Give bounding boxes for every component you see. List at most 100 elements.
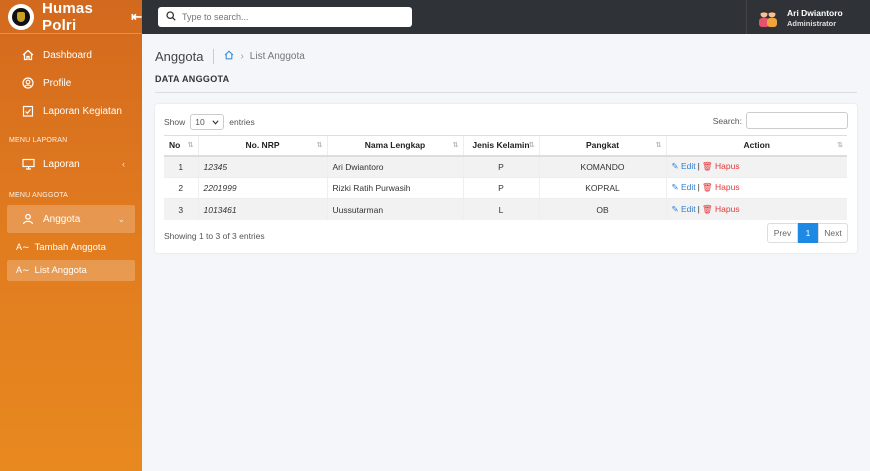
table-header-row: No ⇅ No. NRP ⇅ Nama Lengkap ⇅ Jenis Kelamin…: [164, 135, 847, 157]
cell-nrp: 2201999: [197, 176, 327, 199]
pagination-page-1[interactable]: 1: [798, 223, 818, 243]
anggota-table: No ⇅ No. NRP ⇅ Nama Lengkap ⇅ Jenis Kelamin…: [164, 135, 847, 220]
cell-nama: Uussutarman: [326, 198, 463, 220]
sidebar-item-label: Dashboard: [43, 49, 92, 61]
cell-nama: Rizki Ratih Purwasih: [326, 176, 463, 199]
search-input[interactable]: [182, 12, 392, 22]
table-search-label: Search:: [712, 115, 742, 126]
section-title: DATA ANGGOTA: [155, 74, 230, 84]
table-row: 1 12345 Ari Dwiantoro P KOMANDO ✎ Edit | 🗑…: [164, 155, 847, 177]
section-menu-anggota: MENU ANGGOTA: [9, 192, 69, 199]
cell-pangkat: OB: [538, 198, 666, 220]
trash-icon: 🗑: [701, 204, 713, 214]
sidebar-item-dashboard[interactable]: Dashboard: [7, 41, 135, 69]
section-menu-laporan: MENU LAPORAN: [9, 137, 68, 144]
column-header-pangkat[interactable]: Pangkat ⇅: [538, 135, 666, 157]
sidebar-subitem-label: Tambah Anggota: [34, 242, 106, 253]
trash-icon: 🗑: [701, 182, 713, 193]
chevron-down-icon: ⌄: [117, 213, 125, 224]
sort-icon: ⇅: [187, 142, 194, 149]
trash-icon: 🗑: [701, 161, 713, 171]
sidebar-item-laporan[interactable]: Laporan ‹: [7, 150, 135, 178]
table-search-input[interactable]: [746, 112, 848, 129]
delete-button[interactable]: 🗑 Hapus: [702, 161, 740, 171]
user-icon: [21, 212, 35, 226]
home-icon: [21, 48, 35, 62]
data-card: Show 10 entries Search: No ⇅ No. NRP ⇅ Nam…: [155, 104, 857, 253]
table-row: 3 1013461 Uussutarman L OB ✎ Edit | 🗑 Hapu…: [164, 198, 847, 220]
table-info: Showing 1 to 3 of 3 entries: [164, 231, 265, 241]
pagination-prev-button[interactable]: Prev: [767, 223, 798, 243]
action-separator: |: [697, 182, 700, 193]
user-name: Ari Dwiantoro: [787, 7, 843, 18]
cell-no: 3: [164, 198, 198, 220]
cell-nama: Ari Dwiantoro: [326, 155, 463, 177]
page-header: Anggota › List Anggota: [155, 49, 305, 64]
sort-icon: ⇅: [316, 142, 323, 149]
brand: Humas Polri ⇤: [0, 0, 142, 34]
pencil-icon: ✎: [671, 161, 679, 171]
cell-jenis-kelamin: L: [462, 198, 539, 220]
topbar: Ari Dwiantoro Administrator: [142, 0, 870, 34]
sidebar-item-laporan-kegiatan[interactable]: Laporan Kegiatan: [7, 97, 135, 125]
edit-button[interactable]: ✎ Edit: [672, 204, 696, 214]
cell-pangkat: KOMANDO: [538, 155, 666, 177]
user-add-icon: A∼: [16, 242, 30, 252]
column-header-jenis-kelamin[interactable]: Jenis Kelamin ⇅: [462, 135, 539, 157]
chevron-down-icon: [212, 117, 219, 127]
cell-action: ✎ Edit | 🗑 Hapus: [665, 176, 847, 199]
collapse-sidebar-icon[interactable]: ⇤: [131, 9, 142, 25]
column-header-nrp[interactable]: No. NRP ⇅: [197, 135, 327, 157]
cell-action: ✎ Edit | 🗑 Hapus: [665, 198, 847, 220]
sidebar-item-label: Laporan: [43, 158, 80, 170]
cell-no: 2: [164, 176, 198, 199]
sidebar-subitem-list-anggota[interactable]: A∼ List Anggota: [7, 260, 135, 281]
breadcrumb-divider: [213, 49, 215, 64]
edit-button[interactable]: ✎ Edit: [672, 161, 696, 171]
show-label: Show: [164, 117, 186, 127]
entries-label: entries: [229, 117, 255, 127]
column-header-action[interactable]: Action ⇅: [665, 135, 847, 157]
entries-select[interactable]: 10: [190, 114, 225, 130]
cell-jenis-kelamin: P: [462, 155, 539, 177]
sidebar: Humas Polri ⇤ Dashboard Profile Laporan …: [0, 0, 142, 471]
breadcrumb: › List Anggota: [224, 50, 305, 63]
cell-nrp: 12345: [197, 155, 327, 177]
cell-pangkat: KOPRAL: [538, 176, 666, 199]
table-row: 2 2201999 Rizki Ratih Purwasih P KOPRAL …: [164, 176, 847, 199]
home-icon[interactable]: [224, 50, 234, 63]
main-content: Anggota › List Anggota DATA ANGGOTA Show…: [142, 34, 870, 471]
brand-title: Humas Polri: [42, 0, 94, 34]
sort-icon: ⇅: [452, 142, 459, 149]
monitor-icon: [21, 157, 35, 171]
pagination: Prev 1 Next: [767, 223, 848, 243]
length-control: Show 10 entries: [164, 114, 255, 130]
pencil-icon: ✎: [671, 204, 679, 214]
cell-nrp: 1013461: [197, 198, 327, 220]
column-header-no[interactable]: No ⇅: [164, 135, 198, 157]
delete-button[interactable]: 🗑 Hapus: [702, 182, 740, 192]
pencil-icon: ✎: [671, 182, 679, 193]
sort-icon: ⇅: [655, 142, 662, 149]
cell-action: ✎ Edit | 🗑 Hapus: [665, 155, 847, 177]
sort-icon: ⇅: [528, 142, 535, 149]
sidebar-item-profile[interactable]: Profile: [7, 69, 135, 97]
edit-button[interactable]: ✎ Edit: [672, 182, 696, 192]
delete-button[interactable]: 🗑 Hapus: [702, 204, 740, 214]
user-menu[interactable]: Ari Dwiantoro Administrator: [746, 0, 870, 34]
divider: [155, 92, 857, 93]
action-separator: |: [697, 161, 700, 171]
user-circle-icon: [21, 76, 35, 90]
sidebar-subitem-tambah-anggota[interactable]: A∼ Tambah Anggota: [7, 237, 135, 258]
sidebar-subitem-label: List Anggota: [34, 265, 87, 276]
pagination-next-button[interactable]: Next: [818, 223, 848, 243]
column-header-nama[interactable]: Nama Lengkap ⇅: [326, 135, 463, 157]
user-role: Administrator: [787, 18, 837, 28]
action-separator: |: [697, 204, 700, 214]
cell-jenis-kelamin: P: [462, 176, 539, 199]
sidebar-item-anggota[interactable]: Anggota ⌄: [7, 205, 135, 233]
clipboard-check-icon: [21, 104, 35, 118]
chevron-right-icon: ›: [240, 51, 244, 62]
search-box[interactable]: [158, 7, 412, 27]
entries-select-value: 10: [195, 117, 205, 127]
